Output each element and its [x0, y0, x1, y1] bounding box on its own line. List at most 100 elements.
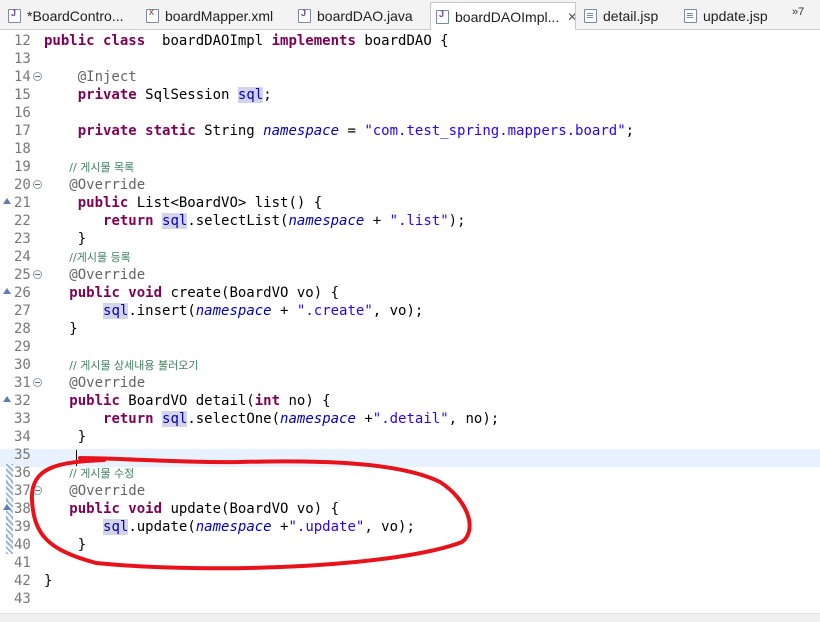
line-number: 22	[14, 213, 31, 229]
code-token: no) {	[280, 393, 331, 409]
tab-board-mapper-xml[interactable]: boardMapper.xml	[146, 2, 282, 29]
code-line[interactable]: 35	[0, 446, 820, 464]
code-token: .update(	[128, 519, 196, 535]
code-line[interactable]: 24 //게시물 등록	[0, 248, 820, 266]
code-token: .insert(	[128, 303, 196, 319]
fold-toggle-icon[interactable]	[33, 72, 42, 81]
line-number: 26	[14, 285, 31, 301]
override-indicator-icon[interactable]	[3, 396, 11, 402]
tab-label: boardMapper.xml	[165, 7, 274, 24]
code-line[interactable]: 39 sql.update(namespace +".update", vo);	[0, 518, 820, 536]
string-token: ".detail"	[372, 411, 449, 427]
close-tab-icon[interactable]: ✕	[567, 10, 575, 24]
line-number: 16	[14, 105, 31, 121]
code-line[interactable]: 42}	[0, 572, 820, 590]
code-token: +	[364, 213, 390, 229]
line-number: 19	[14, 159, 31, 175]
code-line[interactable]: 15 private SqlSession sql;	[0, 86, 820, 104]
tab-overflow-button[interactable]: »7	[792, 6, 804, 18]
code-line[interactable]: 12 public class boardDAOImpl implements b…	[0, 32, 820, 50]
code-line[interactable]: 26 public void create(BoardVO vo) {	[0, 284, 820, 302]
line-number: 15	[14, 87, 31, 103]
editor-tab-bar: *BoardContro... boardMapper.xml boardDAO…	[0, 0, 820, 30]
code-line[interactable]: 16	[0, 104, 820, 122]
code-line[interactable]: 28 }	[0, 320, 820, 338]
code-token: boardDAOImpl	[145, 33, 272, 49]
code-token: +	[271, 519, 289, 535]
tab-board-dao-impl[interactable]: boardDAOImpl... ✕	[430, 2, 576, 30]
code-token: }	[44, 429, 87, 445]
annotation-token: @Override	[69, 267, 146, 283]
code-line[interactable]: 33 return sql.selectOne(namespace +".det…	[0, 410, 820, 428]
code-text: @Override	[44, 176, 145, 194]
code-line[interactable]: 13	[0, 50, 820, 68]
code-line[interactable]: 41	[0, 554, 820, 572]
code-text: @Override	[44, 266, 145, 284]
code-line[interactable]: 32 public BoardVO detail(int no) {	[0, 392, 820, 410]
fold-toggle-icon[interactable]	[33, 378, 42, 387]
tab-board-controller[interactable]: *BoardContro...	[8, 2, 130, 29]
fold-toggle-icon[interactable]	[33, 180, 42, 189]
code-line[interactable]: 17 private static String namespace = "co…	[0, 122, 820, 140]
code-text: }	[44, 572, 52, 590]
line-number: 29	[14, 339, 31, 355]
code-line[interactable]: 36 // 게시물 수정	[0, 464, 820, 482]
code-line[interactable]: 43	[0, 590, 820, 608]
annotation-token: @Override	[69, 483, 146, 499]
line-number: 20	[14, 177, 31, 193]
code-text: sql.update(namespace +".update", vo);	[44, 518, 415, 536]
code-line[interactable]: 38 public void update(BoardVO vo) {	[0, 500, 820, 518]
code-line[interactable]: 22 return sql.selectList(namespace + ".l…	[0, 212, 820, 230]
keyword-token: public void	[69, 501, 163, 517]
line-number: 21	[14, 195, 31, 211]
line-number: 28	[14, 321, 31, 337]
override-indicator-icon[interactable]	[3, 288, 11, 294]
code-token: , vo);	[372, 303, 424, 319]
code-line[interactable]: 27 sql.insert(namespace + ".create", vo)…	[0, 302, 820, 320]
line-number: 34	[14, 429, 31, 445]
code-editor[interactable]: 12 public class boardDAOImpl implements b…	[0, 30, 820, 622]
code-line[interactable]: 37 @Override	[0, 482, 820, 500]
code-text: public class boardDAOImpl implements boa…	[44, 32, 449, 50]
code-line[interactable]: 25 @Override	[0, 266, 820, 284]
comment-token: // 게시물 목록	[69, 161, 135, 174]
line-number: 43	[14, 591, 31, 607]
code-text: // 게시물 상세내용 불러오기	[44, 356, 198, 375]
fold-toggle-icon[interactable]	[33, 486, 42, 495]
override-indicator-icon[interactable]	[3, 504, 11, 510]
code-line[interactable]: 31 @Override	[0, 374, 820, 392]
line-number: 42	[14, 573, 31, 589]
code-line[interactable]: 18	[0, 140, 820, 158]
code-line[interactable]: 19 // 게시물 목록	[0, 158, 820, 176]
code-line[interactable]: 14 @Inject	[0, 68, 820, 86]
code-line[interactable]: 20 @Override	[0, 176, 820, 194]
line-number: 25	[14, 267, 31, 283]
tab-detail-jsp[interactable]: detail.jsp	[584, 2, 674, 29]
code-line[interactable]: 23 }	[0, 230, 820, 248]
override-indicator-icon[interactable]	[3, 198, 11, 204]
line-number: 41	[14, 555, 31, 571]
tab-update-jsp[interactable]: update.jsp	[684, 2, 774, 29]
tab-label: *BoardContro...	[27, 7, 124, 24]
code-text: }	[44, 428, 86, 446]
code-token: =	[339, 123, 365, 139]
code-token: }	[44, 231, 87, 247]
field-token: namespace	[280, 411, 356, 427]
code-line[interactable]: 29	[0, 338, 820, 356]
code-token: }	[44, 573, 53, 589]
code-line[interactable]: 40 }	[0, 536, 820, 554]
code-line[interactable]: 30 // 게시물 상세내용 불러오기	[0, 356, 820, 374]
code-token: , no);	[448, 411, 500, 427]
code-line[interactable]: 21 public List<BoardVO> list() {	[0, 194, 820, 212]
line-number: 38	[14, 501, 31, 517]
line-number: 35	[14, 447, 31, 463]
code-line[interactable]: 34 }	[0, 428, 820, 446]
tab-board-dao-java[interactable]: boardDAO.java	[298, 2, 420, 29]
fold-toggle-icon[interactable]	[33, 270, 42, 279]
